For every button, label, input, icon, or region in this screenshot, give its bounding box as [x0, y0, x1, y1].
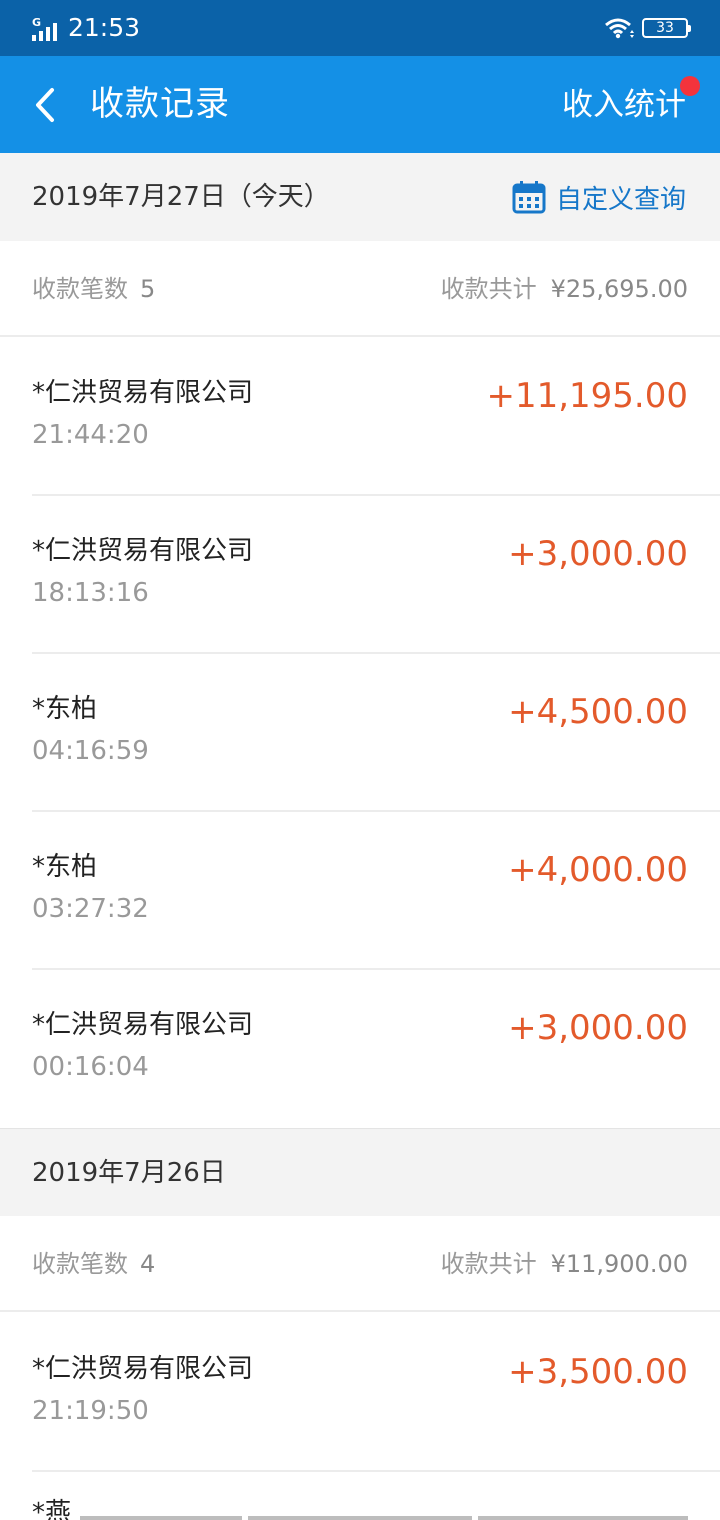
status-bar: G 21:53 33 — [0, 0, 720, 56]
payment-total-label: 收款共计 — [440, 275, 537, 303]
day-summary: 收款笔数 4 收款共计 ¥11,900.00 — [0, 1216, 720, 1312]
custom-query-label: 自定义查询 — [555, 184, 686, 215]
payment-amount: +3,000.00 — [508, 534, 688, 574]
status-left: G 21:53 — [32, 13, 140, 43]
notification-badge — [680, 76, 700, 96]
payment-record[interactable]: *东柏 04:16:59 +4,500.00 — [0, 654, 720, 812]
day-header: 2019年7月26日 — [0, 1128, 720, 1216]
payment-total: 收款共计 ¥11,900.00 — [441, 1216, 688, 1312]
income-stats-button[interactable]: 收入统计 — [562, 84, 686, 126]
battery-level: 33 — [656, 20, 674, 36]
payment-count-value: 4 — [140, 1250, 156, 1278]
payment-time: 18:13:16 — [32, 578, 149, 608]
wifi-icon — [605, 18, 634, 39]
loading-placeholder — [80, 1516, 242, 1520]
payment-count: 收款笔数 4 — [32, 1216, 155, 1312]
payment-record[interactable]: *仁洪贸易有限公司 21:19:50 +3,500.00 — [0, 1314, 720, 1472]
payment-total-label: 收款共计 — [440, 1250, 537, 1278]
payment-time: 21:19:50 — [32, 1396, 149, 1426]
loading-placeholder — [248, 1516, 472, 1520]
payment-total-value: ¥11,900.00 — [550, 1250, 688, 1278]
payment-time: 04:16:59 — [32, 736, 149, 766]
status-right: 33 — [604, 16, 691, 40]
payment-count: 收款笔数 5 — [32, 241, 155, 337]
payment-amount: +3,500.00 — [508, 1352, 688, 1392]
day-date: 2019年7月26日 — [32, 1158, 226, 1188]
payer-name: *仁洪贸易有限公司 — [32, 536, 254, 566]
nav-bar: 收款记录 收入统计 — [0, 56, 720, 153]
day-header: 2019年7月27日（今天） 自定义查询 — [0, 153, 720, 241]
payment-record[interactable]: *仁洪贸易有限公司 00:16:04 +3,000.00 — [0, 970, 720, 1128]
payer-name: *燕 — [32, 1498, 72, 1520]
payer-name: *仁洪贸易有限公司 — [32, 1010, 254, 1040]
payment-count-value: 5 — [140, 275, 156, 303]
payment-count-label: 收款笔数 — [32, 275, 128, 303]
page-title: 收款记录 — [90, 84, 230, 124]
payer-name: *东柏 — [32, 694, 98, 724]
payment-time: 03:27:32 — [32, 894, 149, 924]
payment-amount: +4,000.00 — [508, 850, 688, 890]
custom-query-button[interactable]: 自定义查询 — [512, 153, 686, 241]
payment-count-label: 收款笔数 — [32, 1250, 128, 1278]
payment-time: 00:16:04 — [32, 1052, 149, 1082]
signal-label: G — [32, 16, 42, 29]
payment-record[interactable]: *燕 — [0, 1472, 720, 1520]
payer-name: *东柏 — [32, 852, 98, 882]
status-time: 21:53 — [68, 13, 141, 42]
payment-record[interactable]: *东柏 03:27:32 +4,000.00 — [0, 812, 720, 970]
payer-name: *仁洪贸易有限公司 — [32, 1354, 254, 1384]
payment-amount: +11,195.00 — [486, 376, 688, 416]
payment-record[interactable]: *仁洪贸易有限公司 21:44:20 +11,195.00 — [0, 338, 720, 496]
signal-icon: G — [32, 17, 62, 43]
day-date: 2019年7月27日（今天） — [32, 182, 330, 212]
payment-amount: +3,000.00 — [508, 1008, 688, 1048]
back-chevron-left-icon[interactable] — [28, 84, 64, 126]
calendar-icon — [512, 181, 546, 214]
payer-name: *仁洪贸易有限公司 — [32, 378, 254, 408]
loading-placeholder — [478, 1516, 688, 1520]
payment-total: 收款共计 ¥25,695.00 — [441, 241, 688, 337]
battery-icon: 33 — [642, 18, 691, 38]
payment-total-value: ¥25,695.00 — [550, 275, 688, 303]
payment-time: 21:44:20 — [32, 420, 149, 450]
day-summary: 收款笔数 5 收款共计 ¥25,695.00 — [0, 241, 720, 337]
payment-record[interactable]: *仁洪贸易有限公司 18:13:16 +3,000.00 — [0, 496, 720, 654]
payment-amount: +4,500.00 — [508, 692, 688, 732]
